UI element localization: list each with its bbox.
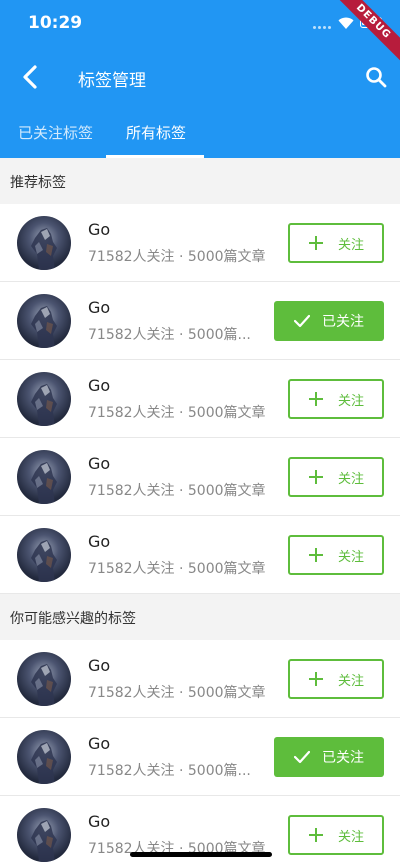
tag-avatar xyxy=(17,528,71,582)
tag-stats: 71582人关注 · 5000篇文章 xyxy=(88,483,266,499)
status-time: 10:29 xyxy=(28,13,83,33)
followed-button-label: 已关注 xyxy=(322,750,364,766)
tag-avatar xyxy=(17,652,71,706)
section-header-interested: 你可能感兴趣的标签 xyxy=(0,594,400,640)
tag-stats: 71582人关注 · 5000篇文章 xyxy=(88,249,266,265)
follow-button-label: 关注 xyxy=(337,393,364,409)
plus-icon xyxy=(308,392,323,406)
app-bar: 10:29 标签管理 已关注标签 所有标签 xyxy=(0,0,400,158)
status-bar: 10:29 xyxy=(0,0,400,46)
tag-list-item[interactable]: Go 71582人关注 · 5000篇... 已关注 xyxy=(0,282,400,360)
follow-button[interactable]: 关注 xyxy=(288,457,384,497)
plus-icon xyxy=(308,828,323,842)
back-arrow-icon[interactable] xyxy=(16,62,46,92)
tag-avatar xyxy=(17,216,71,270)
tag-name: Go xyxy=(88,656,111,675)
follow-button-label: 关注 xyxy=(337,471,364,487)
tab-all-tags[interactable]: 所有标签 xyxy=(126,122,186,143)
followed-button-label: 已关注 xyxy=(322,314,364,330)
plus-icon xyxy=(308,672,323,686)
tag-avatar xyxy=(17,730,71,784)
follow-button[interactable]: 关注 xyxy=(288,659,384,699)
tag-name: Go xyxy=(88,220,111,239)
signal-dots-icon xyxy=(313,26,331,29)
follow-button-label: 关注 xyxy=(337,237,364,253)
section-title: 你可能感兴趣的标签 xyxy=(10,611,136,627)
page-title: 标签管理 xyxy=(78,71,146,91)
follow-button[interactable]: 关注 xyxy=(288,815,384,855)
tag-list-item[interactable]: Go 71582人关注 · 5000篇文章 关注 xyxy=(0,360,400,438)
section-header-recommended: 推荐标签 xyxy=(0,158,400,204)
tab-bar: 已关注标签 所有标签 xyxy=(0,108,400,158)
tag-name: Go xyxy=(88,376,111,395)
check-icon xyxy=(294,750,310,764)
tag-stats: 71582人关注 · 5000篇... xyxy=(88,327,251,343)
search-icon[interactable] xyxy=(363,64,389,90)
tag-list-item[interactable]: Go 71582人关注 · 5000篇文章 关注 xyxy=(0,438,400,516)
tag-avatar xyxy=(17,450,71,504)
tag-stats: 71582人关注 · 5000篇文章 xyxy=(88,561,266,577)
tag-name: Go xyxy=(88,298,111,317)
tag-stats: 71582人关注 · 5000篇... xyxy=(88,763,251,779)
section-title: 推荐标签 xyxy=(10,175,66,191)
check-icon xyxy=(294,314,310,328)
tag-avatar xyxy=(17,294,71,348)
follow-button-label: 关注 xyxy=(337,549,364,565)
wifi-icon xyxy=(338,17,354,29)
tag-list-item[interactable]: Go 71582人关注 · 5000篇... 已关注 xyxy=(0,718,400,796)
tag-name: Go xyxy=(88,812,111,831)
tag-list-item[interactable]: Go 71582人关注 · 5000篇文章 关注 xyxy=(0,516,400,594)
tag-list-item[interactable]: Go 71582人关注 · 5000篇文章 关注 xyxy=(0,640,400,718)
tab-followed-tags[interactable]: 已关注标签 xyxy=(18,122,93,143)
tag-avatar xyxy=(17,808,71,862)
tag-name: Go xyxy=(88,532,111,551)
follow-button[interactable]: 关注 xyxy=(288,535,384,575)
tag-stats: 71582人关注 · 5000篇文章 xyxy=(88,405,266,421)
follow-button-label: 关注 xyxy=(337,673,364,689)
follow-button-label: 关注 xyxy=(337,829,364,845)
followed-button[interactable]: 已关注 xyxy=(274,737,384,777)
follow-button[interactable]: 关注 xyxy=(288,223,384,263)
follow-button[interactable]: 关注 xyxy=(288,379,384,419)
plus-icon xyxy=(308,548,323,562)
plus-icon xyxy=(308,470,323,484)
tag-stats: 71582人关注 · 5000篇文章 xyxy=(88,685,266,701)
tag-list-item[interactable]: Go 71582人关注 · 5000篇文章 关注 xyxy=(0,204,400,282)
followed-button[interactable]: 已关注 xyxy=(274,301,384,341)
plus-icon xyxy=(308,236,323,250)
home-indicator xyxy=(130,852,272,857)
tag-avatar xyxy=(17,372,71,426)
tag-name: Go xyxy=(88,454,111,473)
tag-name: Go xyxy=(88,734,111,753)
